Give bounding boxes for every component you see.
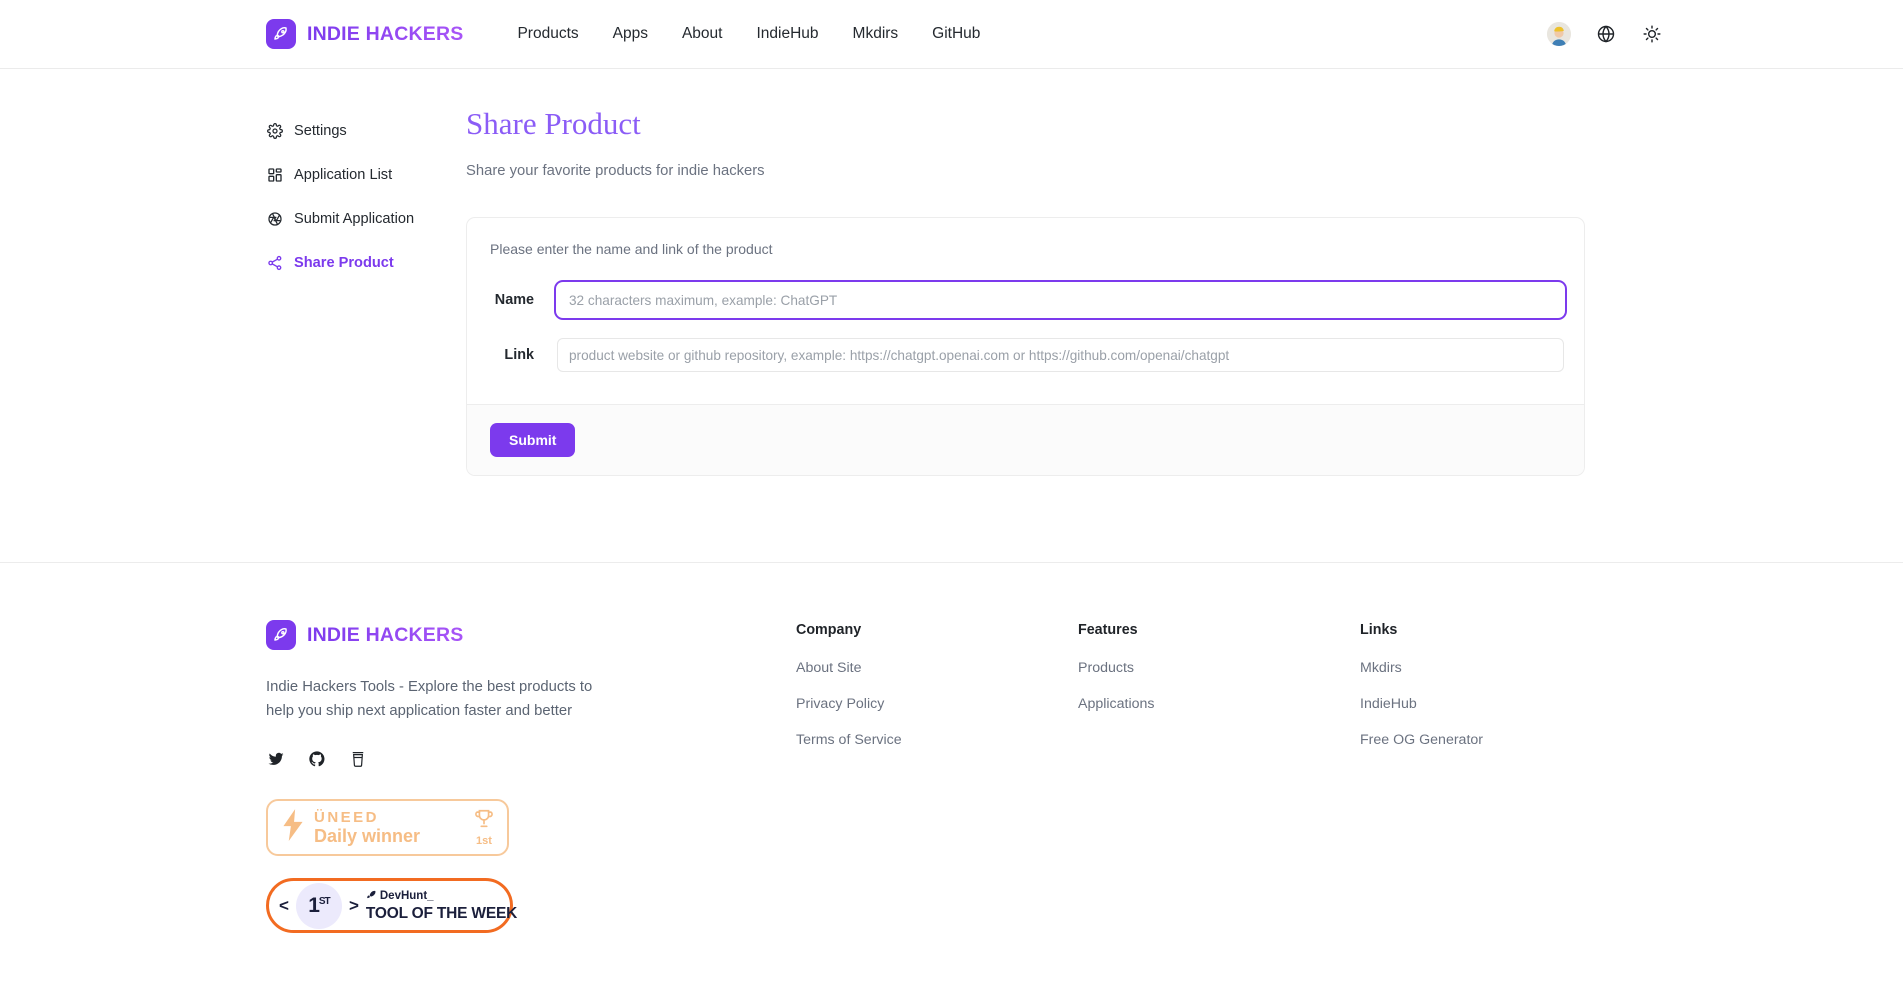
avatar[interactable] xyxy=(1547,22,1571,46)
badge-uneed[interactable]: ÜNEED Daily winner 1st xyxy=(266,799,509,856)
sun-icon[interactable] xyxy=(1641,23,1663,45)
uneed-rank-block: 1st xyxy=(473,808,495,847)
devhunt-title: TOOL OF THE WEEK xyxy=(365,904,518,922)
lightning-icon xyxy=(280,808,306,847)
main-content: Share Product Share your favorite produc… xyxy=(466,105,1903,476)
rocket-icon xyxy=(366,889,377,904)
devhunt-rank-circle: 1ST xyxy=(295,882,342,929)
submit-button[interactable]: Submit xyxy=(490,423,576,457)
sidebar-item-label: Application List xyxy=(294,167,393,183)
footer-link-indiehub[interactable]: IndieHub xyxy=(1360,696,1642,712)
footer-brand-name: INDIE HACKERS xyxy=(307,623,464,646)
nav-link-mkdirs[interactable]: Mkdirs xyxy=(853,25,899,43)
page-body: Settings Application List Submit Applica… xyxy=(0,69,1903,476)
product-name-input[interactable] xyxy=(557,283,1564,317)
chevron-left-icon: < xyxy=(279,895,289,915)
footer-column-title: Features xyxy=(1078,622,1138,638)
sidebar-item-application-list[interactable]: Application List xyxy=(266,160,466,190)
page-title: Share Product xyxy=(466,106,641,141)
main-nav: Products Apps About IndieHub Mkdirs GitH… xyxy=(517,25,980,43)
page-root: INDIE HACKERS Products Apps About IndieH… xyxy=(0,0,1903,993)
trophy-icon xyxy=(473,808,495,835)
sidebar: Settings Application List Submit Applica… xyxy=(266,105,466,476)
header-brand[interactable]: INDIE HACKERS xyxy=(266,19,463,49)
rocket-icon xyxy=(266,620,296,650)
nav-link-products[interactable]: Products xyxy=(517,25,578,43)
twitter-icon[interactable] xyxy=(266,749,286,769)
form-row-link: Link xyxy=(490,338,1564,372)
header-actions xyxy=(1547,22,1663,46)
chevron-right-icon: > xyxy=(348,895,359,915)
footer-columns: Company About Site Privacy Policy Terms … xyxy=(796,620,1903,933)
footer-link-about-site[interactable]: About Site xyxy=(796,660,1078,676)
devhunt-brand-row: DevHunt_ xyxy=(366,889,517,904)
rocket-icon xyxy=(266,19,296,49)
brand-name: INDIE HACKERS xyxy=(307,22,464,45)
footer-column-links: Links Mkdirs IndieHub Free OG Generator xyxy=(1360,622,1642,933)
share-icon xyxy=(266,255,283,272)
footer-link-terms-of-service[interactable]: Terms of Service xyxy=(796,732,1078,748)
footer-socials xyxy=(266,749,796,769)
link-label: Link xyxy=(504,347,534,363)
link-input-wrap xyxy=(557,338,1564,372)
devhunt-rank: 1ST xyxy=(308,893,331,918)
footer-link-applications[interactable]: Applications xyxy=(1078,696,1360,712)
sidebar-item-settings[interactable]: Settings xyxy=(266,116,466,146)
nav-link-about[interactable]: About xyxy=(682,25,723,43)
badge-devhunt[interactable]: < 1ST > DevHunt_ TOOL OF THE WEEK xyxy=(266,878,517,933)
sidebar-item-label: Share Product xyxy=(294,255,394,271)
footer-description: Indie Hackers Tools - Explore the best p… xyxy=(266,679,593,719)
devhunt-rank-number: 1 xyxy=(308,893,320,917)
uneed-brand: ÜNEED xyxy=(314,808,380,826)
name-label: Name xyxy=(494,292,534,308)
uneed-rank: 1st xyxy=(476,835,492,847)
sidebar-item-share-product[interactable]: Share Product xyxy=(266,248,466,278)
nav-link-apps[interactable]: Apps xyxy=(613,25,648,43)
card-hint: Please enter the name and link of the pr… xyxy=(490,241,773,257)
github-icon[interactable] xyxy=(307,749,327,769)
site-footer: INDIE HACKERS Indie Hackers Tools - Expl… xyxy=(0,563,1903,933)
footer-link-mkdirs[interactable]: Mkdirs xyxy=(1360,660,1642,676)
globe-icon[interactable] xyxy=(1595,23,1617,45)
footer-column-company: Company About Site Privacy Policy Terms … xyxy=(796,622,1078,933)
grid-icon xyxy=(266,167,283,184)
share-product-card: Please enter the name and link of the pr… xyxy=(466,217,1585,476)
footer-brand-block: INDIE HACKERS Indie Hackers Tools - Expl… xyxy=(266,620,796,933)
footer-brand[interactable]: INDIE HACKERS xyxy=(266,620,796,650)
page-subtitle: Share your favorite products for indie h… xyxy=(466,163,765,179)
nav-link-indiehub[interactable]: IndieHub xyxy=(756,25,818,43)
footer-column-title: Links xyxy=(1360,622,1398,638)
aperture-icon xyxy=(266,211,283,228)
devhunt-texts: DevHunt_ TOOL OF THE WEEK xyxy=(366,889,517,923)
card-body: Please enter the name and link of the pr… xyxy=(467,218,1584,404)
uneed-texts: ÜNEED Daily winner xyxy=(314,808,465,846)
devhunt-rank-suffix: ST xyxy=(318,895,331,907)
sidebar-item-submit-application[interactable]: Submit Application xyxy=(266,204,466,234)
sidebar-item-label: Submit Application xyxy=(294,211,415,227)
footer-link-free-og-generator[interactable]: Free OG Generator xyxy=(1360,732,1642,748)
card-footer: Submit xyxy=(467,404,1584,475)
uneed-title: Daily winner xyxy=(314,825,421,846)
product-link-input[interactable] xyxy=(557,338,1564,372)
footer-link-products[interactable]: Products xyxy=(1078,660,1360,676)
footer-link-privacy-policy[interactable]: Privacy Policy xyxy=(796,696,1078,712)
devhunt-brand: DevHunt_ xyxy=(379,889,434,902)
name-input-wrap xyxy=(557,283,1564,317)
form-row-name: Name xyxy=(490,283,1564,317)
footer-column-title: Company xyxy=(796,622,862,638)
sidebar-item-label: Settings xyxy=(294,123,347,139)
site-header: INDIE HACKERS Products Apps About IndieH… xyxy=(0,0,1903,69)
footer-column-features: Features Products Applications xyxy=(1078,622,1360,933)
nav-link-github[interactable]: GitHub xyxy=(932,25,980,43)
buymeacoffee-icon[interactable] xyxy=(348,749,368,769)
gear-icon xyxy=(266,123,283,140)
